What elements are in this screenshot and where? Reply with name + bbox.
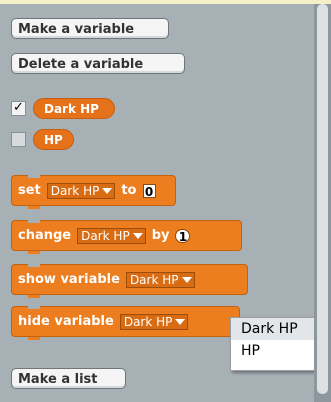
change-variable-dropdown[interactable]: Dark HP: [77, 227, 146, 244]
set-variable-dropdown[interactable]: Dark HP: [46, 182, 116, 199]
make-list-button[interactable]: Make a list: [11, 368, 126, 389]
change-variable-block[interactable]: change Dark HP by 1: [11, 220, 242, 254]
show-variable-block[interactable]: show variable Dark HP: [11, 264, 248, 298]
change-block-label: change: [18, 228, 72, 243]
show-dropdown-value: Dark HP: [129, 272, 179, 287]
show-block-label: show variable: [18, 272, 120, 287]
set-variable-block[interactable]: set Dark HP to 0: [11, 175, 176, 209]
hide-dropdown-value: Dark HP: [123, 314, 173, 329]
make-variable-button[interactable]: Make a variable: [11, 18, 169, 39]
chevron-down-icon: [102, 187, 113, 194]
set-block-label: set: [18, 183, 41, 198]
variable-reporter-hp[interactable]: HP: [33, 129, 74, 150]
variable-checkbox-dark-hp[interactable]: ✓: [11, 101, 26, 116]
variable-checkbox-hp[interactable]: [11, 132, 26, 147]
set-to-label: to: [121, 183, 137, 198]
delete-variable-button[interactable]: Delete a variable: [11, 53, 185, 74]
hide-variable-dropdown[interactable]: Dark HP: [119, 313, 189, 330]
set-value-input[interactable]: 0: [142, 183, 156, 199]
change-value-input[interactable]: 1: [175, 228, 191, 244]
set-dropdown-value: Dark HP: [50, 183, 100, 198]
scrollbar-thumb[interactable]: [317, 4, 328, 394]
change-dropdown-value: Dark HP: [81, 228, 130, 243]
top-edge-bar: [0, 0, 331, 4]
hide-variable-block[interactable]: hide variable Dark HP: [11, 306, 240, 340]
hide-block-label: hide variable: [18, 314, 114, 329]
chevron-down-icon: [181, 276, 192, 283]
change-by-label: by: [151, 228, 170, 243]
chevron-down-icon: [175, 318, 186, 325]
show-variable-dropdown[interactable]: Dark HP: [125, 271, 195, 288]
variable-reporter-dark-hp[interactable]: Dark HP: [33, 98, 115, 119]
chevron-down-icon: [132, 232, 143, 239]
